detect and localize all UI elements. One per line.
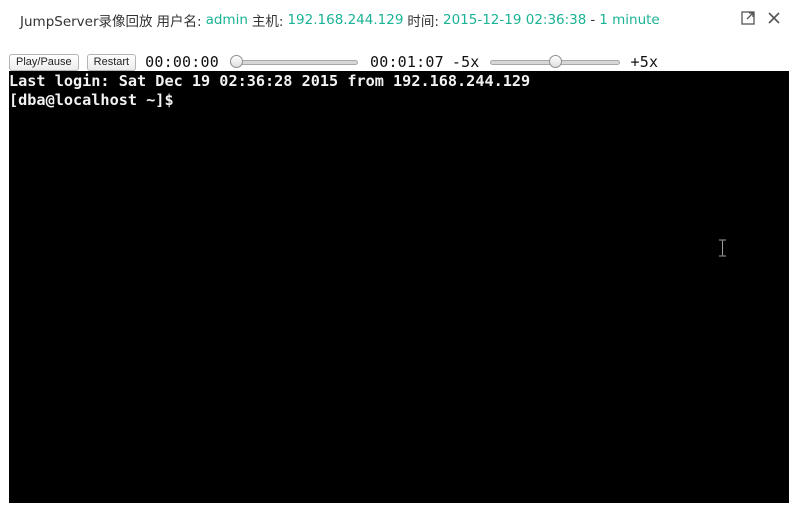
text-cursor-icon <box>718 239 727 257</box>
player-controls: Play/Pause Restart 00:00:00 00:01:07 -5x… <box>9 51 789 73</box>
speed-slider[interactable] <box>489 55 620 69</box>
progress-track <box>229 60 358 65</box>
total-time: 00:01:07 <box>369 53 444 71</box>
play-pause-button[interactable]: Play/Pause <box>9 53 79 71</box>
speed-thumb[interactable] <box>548 55 562 68</box>
title-separator: - <box>590 12 596 28</box>
window-title: JumpServer录像回放 <box>20 14 153 30</box>
title-bar: JumpServer录像回放 用户名: admin 主机: 192.168.24… <box>0 0 798 40</box>
terminal-line: Last login: Sat Dec 19 02:36:28 2015 fro… <box>9 72 531 90</box>
progress-thumb[interactable] <box>229 55 243 68</box>
speed-min-label: -5x <box>451 53 480 71</box>
terminal-line: [dba@localhost ~]$ <box>9 90 174 109</box>
close-icon[interactable] <box>766 10 782 26</box>
speed-max-label: +5x <box>630 53 659 71</box>
host-label: 主机: <box>251 14 284 30</box>
terminal-screen[interactable]: Last login: Sat Dec 19 02:36:28 2015 fro… <box>9 71 789 503</box>
duration-value: 1 minute <box>599 12 660 28</box>
progress-slider[interactable] <box>229 55 358 69</box>
restart-button[interactable]: Restart <box>86 53 137 71</box>
user-label: 用户名: <box>156 14 202 30</box>
current-time: 00:00:00 <box>145 53 219 71</box>
datetime-value: 2015-12-19 02:36:38 <box>442 12 587 28</box>
username-value: admin <box>205 12 248 28</box>
maximize-icon[interactable] <box>740 10 756 26</box>
time-label: 时间: <box>407 14 439 30</box>
host-value: 192.168.244.129 <box>287 12 404 28</box>
window-controls <box>740 10 782 26</box>
